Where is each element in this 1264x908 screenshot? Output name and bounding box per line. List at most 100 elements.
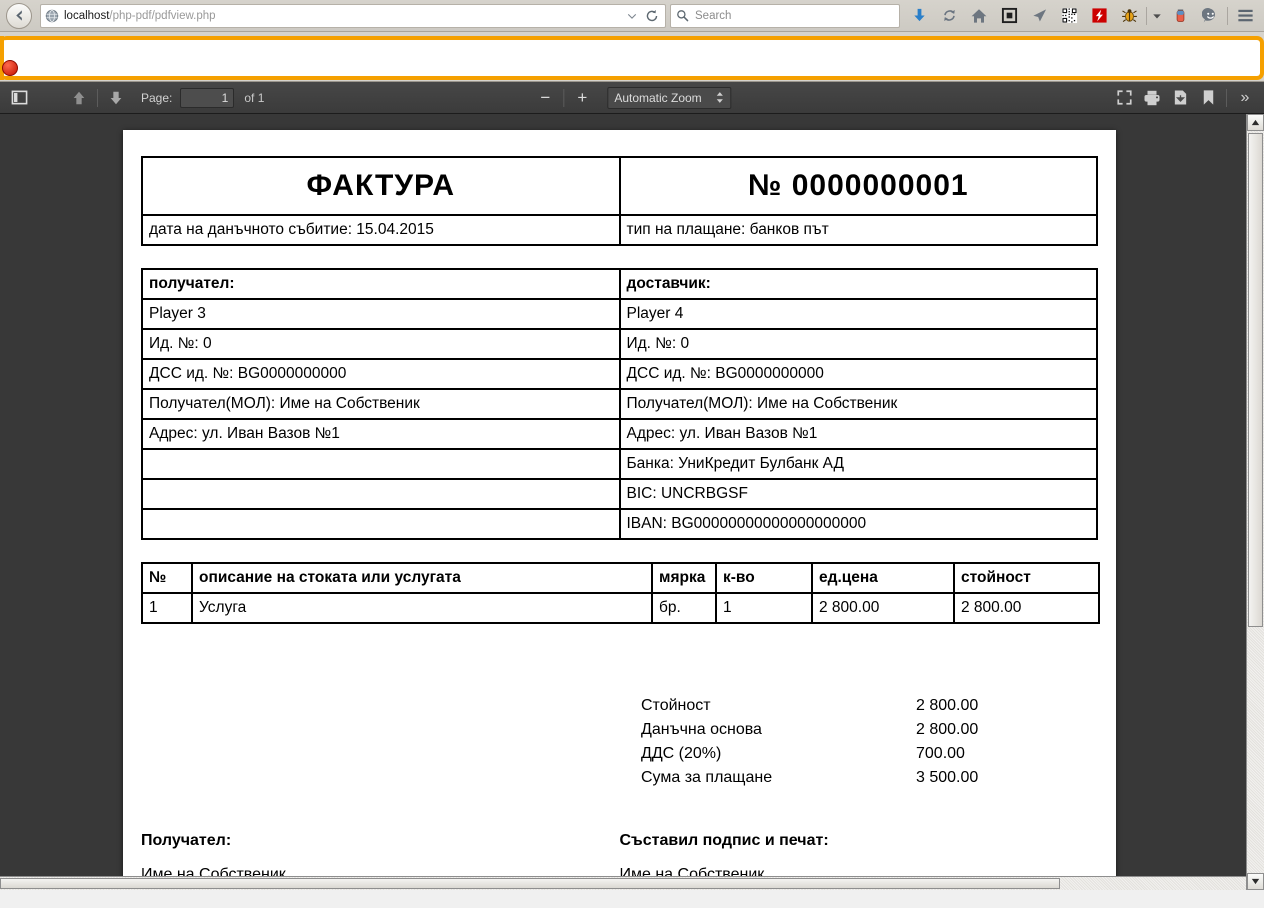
table-row: ФАКТУРА № 0000000001 — [141, 156, 1098, 216]
item-desc: Услуга — [191, 592, 653, 624]
total-label: Сума за плащане — [641, 769, 773, 786]
table-row: 1 Услуга бр. 1 2 800.00 2 800.00 — [141, 592, 1100, 624]
pdf-viewer-container[interactable]: ФАКТУРА № 0000000001 дата на данъчното с… — [0, 114, 1264, 890]
total-label: ДДС (20%) — [641, 745, 722, 762]
table-row: Получател(МОЛ): Име на Собственик Получа… — [141, 388, 1098, 420]
qrcode-icon[interactable] — [1054, 2, 1084, 30]
invoice-number: № 0000000001 — [618, 156, 1098, 216]
zoom-divider — [563, 88, 565, 107]
notification-alert-icon[interactable] — [2, 60, 18, 76]
supplier-bank: Банка: УниКредит Булбанк АД — [618, 448, 1098, 480]
sync-icon[interactable] — [934, 2, 964, 30]
total-label: Данъчна основа — [641, 721, 762, 738]
table-row: Player 3 Player 4 — [141, 298, 1098, 330]
search-icon — [676, 9, 689, 22]
zoom-level-value: Automatic Zoom — [614, 90, 702, 105]
print-button[interactable] — [1139, 86, 1165, 110]
horizontal-scrollbar[interactable] — [0, 876, 1246, 890]
pocket-icon[interactable] — [994, 2, 1024, 30]
invoice-header-table: ФАКТУРА № 0000000001 дата на данъчното с… — [141, 156, 1098, 246]
toolbar-divider — [1146, 6, 1147, 25]
url-host: localhost — [64, 9, 110, 22]
select-arrows-icon — [716, 91, 725, 104]
notification-bar-area — [0, 32, 1264, 82]
invoice-payment-type: тип на плащане: банков път — [618, 214, 1098, 246]
recipient-vat-id: ДСС ид. №: BG0000000000 — [141, 358, 621, 390]
invoice-items-table: № описание на стоката или услугата мярка… — [141, 562, 1100, 624]
recipient-bic — [141, 478, 621, 510]
total-label: Стойност — [641, 697, 711, 714]
recipient-address: Адрес: ул. Иван Вазов №1 — [141, 418, 621, 450]
address-bar[interactable]: localhost/php-pdf/pdfview.php — [40, 3, 666, 28]
zoom-level-select[interactable]: Automatic Zoom — [607, 86, 732, 109]
zoom-out-label: − — [540, 88, 551, 107]
total-row: Данъчна основа 2 800.00 — [641, 718, 1036, 742]
browser-toolbar: localhost/php-pdf/pdfview.php Search — [0, 0, 1264, 32]
scroll-up-button[interactable] — [1247, 114, 1264, 131]
zoom-in-button[interactable]: + — [569, 86, 595, 110]
battery-icon[interactable] — [1165, 2, 1195, 30]
search-box[interactable]: Search — [670, 3, 900, 28]
recipient-name: Player 3 — [141, 298, 621, 330]
item-amount: 2 800.00 — [953, 592, 1100, 624]
item-price: 2 800.00 — [811, 592, 955, 624]
page-number-input[interactable] — [180, 87, 235, 108]
pdf-viewer-toolbar: Page: of 1 − + Automatic Zoom — [0, 82, 1264, 114]
next-page-button[interactable] — [103, 86, 129, 110]
table-row: Адрес: ул. Иван Вазов №1 Адрес: ул. Иван… — [141, 418, 1098, 450]
scroll-down-button[interactable] — [1247, 873, 1264, 890]
table-header-row: № описание на стоката или услугата мярка… — [141, 562, 1100, 594]
total-value: 700.00 — [916, 745, 965, 762]
vertical-scrollbar-thumb[interactable] — [1248, 133, 1263, 627]
supplier-address: Адрес: ул. Иван Вазов №1 — [618, 418, 1098, 450]
table-row: ДСС ид. №: BG0000000000 ДСС ид. №: BG000… — [141, 358, 1098, 390]
firebug-icon[interactable] — [1114, 2, 1144, 30]
previous-page-button[interactable] — [66, 86, 92, 110]
pdf-page: ФАКТУРА № 0000000001 дата на данъчното с… — [123, 130, 1116, 890]
firebug-dropdown-icon[interactable] — [1149, 2, 1165, 30]
send-icon[interactable] — [1024, 2, 1054, 30]
url-path: /php-pdf/pdfview.php — [109, 9, 216, 22]
sidebar-toggle-button[interactable] — [6, 86, 32, 110]
download-button[interactable] — [1167, 86, 1193, 110]
supplier-id: Ид. №: 0 — [618, 328, 1098, 360]
zoom-out-button[interactable]: − — [532, 86, 558, 110]
horizontal-scrollbar-thumb[interactable] — [0, 878, 1060, 889]
bookmark-button[interactable] — [1195, 86, 1221, 110]
download-icon[interactable] — [904, 2, 934, 30]
item-qty: 1 — [715, 592, 813, 624]
total-value: 2 800.00 — [916, 721, 979, 738]
search-placeholder: Search — [695, 9, 732, 22]
back-button[interactable] — [6, 2, 32, 29]
toolbar-divider-2 — [1227, 6, 1228, 25]
reload-icon[interactable] — [645, 9, 659, 23]
toolbar-divider — [97, 88, 98, 107]
total-row: Сума за плащане 3 500.00 — [641, 766, 1036, 790]
presentation-mode-button[interactable] — [1111, 86, 1137, 110]
table-row: BIC: UNCRBGSF — [141, 478, 1098, 510]
notification-doorhanger[interactable] — [0, 36, 1264, 80]
item-unit: бр. — [651, 592, 717, 624]
smiley-icon[interactable] — [1195, 2, 1225, 30]
invoice-parties-table: получател: доставчик: Player 3 Player 4 … — [141, 268, 1098, 540]
recipient-bank — [141, 448, 621, 480]
table-row: дата на данъчното събитие: 15.04.2015 ти… — [141, 214, 1098, 246]
flash-icon[interactable] — [1084, 2, 1114, 30]
table-row: Ид. №: 0 Ид. №: 0 — [141, 328, 1098, 360]
table-row: IBAN: BG00000000000000000000 — [141, 508, 1098, 540]
supplier-vat-id: ДСС ид. №: BG0000000000 — [618, 358, 1098, 390]
secondary-toolbar-toggle[interactable]: » — [1232, 86, 1258, 110]
recipient-mol: Получател(МОЛ): Име на Собственик — [141, 388, 621, 420]
chevron-down-icon[interactable] — [627, 11, 637, 21]
home-icon[interactable] — [964, 2, 994, 30]
total-row: Стойност 2 800.00 — [641, 694, 1036, 718]
globe-icon — [45, 9, 59, 23]
supplier-iban: IBAN: BG00000000000000000000 — [618, 508, 1098, 540]
vertical-scrollbar[interactable] — [1246, 114, 1264, 890]
zoom-in-label: + — [577, 88, 588, 107]
hamburger-menu-icon[interactable] — [1230, 2, 1260, 30]
page-count-label: of 1 — [244, 90, 265, 105]
items-header-qty: к-во — [715, 562, 813, 594]
